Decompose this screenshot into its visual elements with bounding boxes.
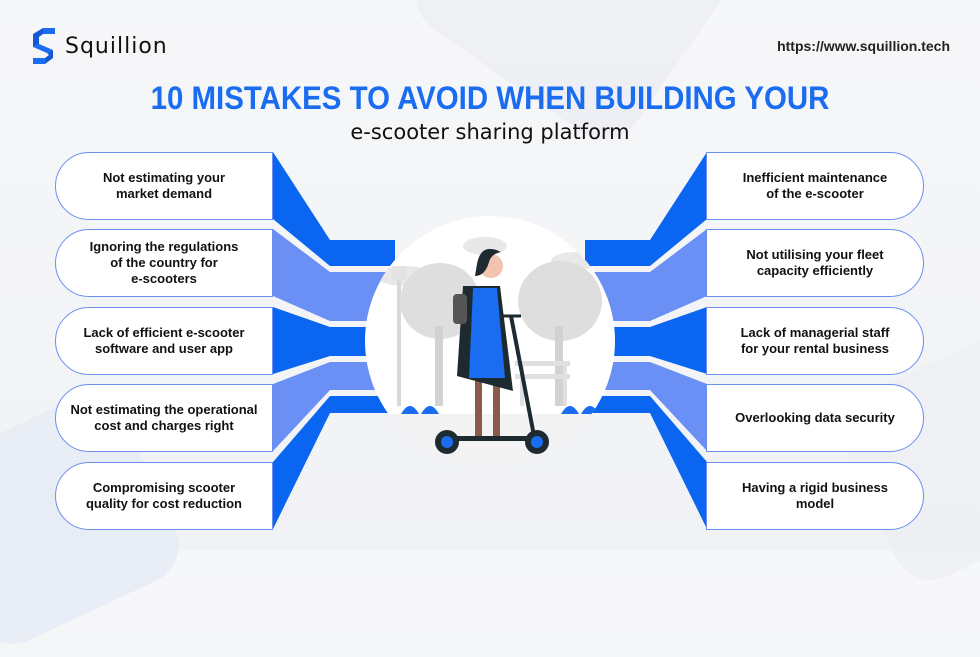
mistake-label: Compromising scooter quality for cost re… — [85, 480, 242, 511]
mistake-card-7: Not utilising your fleet capacity effici… — [706, 229, 924, 297]
mistake-label: Not utilising your fleet capacity effici… — [746, 247, 884, 278]
scooter-rider-illustration — [365, 237, 615, 466]
mistake-card-3: Lack of efficient e-scooter software and… — [55, 307, 273, 375]
mistake-card-4: Not estimating the operational cost and … — [55, 384, 273, 452]
mistake-label: Lack of efficient e-scooter software and… — [83, 325, 245, 356]
mistake-label: Overlooking data security — [735, 410, 895, 425]
mistake-card-8: Lack of managerial staff for your rental… — [706, 307, 924, 375]
illustration-circle — [365, 216, 615, 466]
mistake-card-10: Having a rigid business model — [706, 462, 924, 530]
mistake-label: Not estimating your market demand — [102, 170, 226, 201]
mistake-label: Lack of managerial staff for your rental… — [740, 325, 890, 356]
mistake-card-9: Overlooking data security — [706, 384, 924, 452]
mistake-card-2: Ignoring the regulations of the country … — [55, 229, 273, 297]
mistake-card-5: Compromising scooter quality for cost re… — [55, 462, 273, 530]
mistake-label: Inefficient maintenance of the e-scooter — [742, 170, 888, 201]
mistake-label: Having a rigid business model — [742, 480, 888, 511]
mistake-card-1: Not estimating your market demand — [55, 152, 273, 220]
mistake-label: Not estimating the operational cost and … — [70, 402, 258, 433]
mistake-label: Ignoring the regulations of the country … — [89, 239, 239, 286]
mistake-card-6: Inefficient maintenance of the e-scooter — [706, 152, 924, 220]
